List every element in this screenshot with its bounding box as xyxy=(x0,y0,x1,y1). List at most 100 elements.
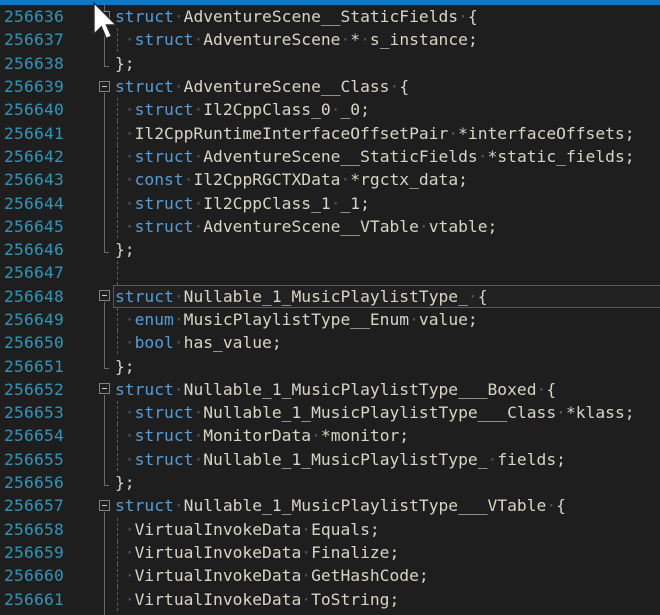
code-line[interactable]: 256661 ·VirtualInvokeData·ToString; xyxy=(0,587,660,610)
fold-collapse-minus-icon[interactable] xyxy=(99,383,110,394)
code-text[interactable]: ·struct·AdventureScene·*·s_instance; xyxy=(113,28,660,51)
code-line[interactable]: 256662}; xyxy=(0,611,660,615)
code-line[interactable]: 256659 ·VirtualInvokeData·Finalize; xyxy=(0,541,660,564)
code-token: }; xyxy=(115,473,135,492)
line-number: 256651 xyxy=(0,357,70,376)
line-number: 256645 xyxy=(0,217,70,236)
code-text[interactable]: ·Il2CppRuntimeInterfaceOffsetPair·*inter… xyxy=(113,121,660,144)
code-text[interactable]: ·VirtualInvokeData·Finalize; xyxy=(113,541,660,564)
code-text[interactable]: ·struct·Il2CppClass_0·_0; xyxy=(113,98,660,121)
code-text[interactable]: ·VirtualInvokeData·GetHashCode; xyxy=(113,564,660,587)
indent-whitespace: · xyxy=(115,170,135,189)
code-line[interactable]: 256647 xyxy=(0,261,660,284)
code-line[interactable]: 256658 ·VirtualInvokeData·Equals; xyxy=(0,518,660,541)
indent-whitespace: · xyxy=(115,333,135,352)
fold-margin xyxy=(70,261,113,284)
code-line[interactable]: 256640 ·struct·Il2CppClass_0·_0; xyxy=(0,98,660,121)
code-line[interactable]: 256636struct·AdventureScene__StaticField… xyxy=(0,5,660,28)
code-token: Il2CppRGCTXData xyxy=(193,170,340,189)
code-line[interactable]: 256642 ·struct·AdventureScene__StaticFie… xyxy=(0,145,660,168)
code-text[interactable]: ·VirtualInvokeData·ToString; xyxy=(113,587,660,610)
code-text[interactable]: ·bool·has_value; xyxy=(113,331,660,354)
code-text[interactable]: ·struct·MonitorData·*monitor; xyxy=(113,424,660,447)
code-text[interactable]: ·struct·AdventureScene__StaticFields·*st… xyxy=(113,145,660,168)
code-text[interactable]: struct·AdventureScene__Class·{ xyxy=(113,75,660,98)
keyword-token: struct xyxy=(135,217,194,236)
code-text[interactable]: }; xyxy=(113,471,660,494)
code-line[interactable]: 256660 ·VirtualInvokeData·GetHashCode; xyxy=(0,564,660,587)
code-text[interactable] xyxy=(113,261,660,284)
whitespace-dot: · xyxy=(301,566,311,585)
code-line[interactable]: 256641 ·Il2CppRuntimeInterfaceOffsetPair… xyxy=(0,121,660,144)
code-text[interactable]: struct·AdventureScene__StaticFields·{ xyxy=(113,5,660,28)
code-text[interactable]: ·struct·Nullable_1_MusicPlaylistType___C… xyxy=(113,401,660,424)
code-line[interactable]: 256652 struct·Nullable_1_MusicPlaylistTyp… xyxy=(0,378,660,401)
keyword-token: struct xyxy=(135,147,194,166)
code-token: s_instance; xyxy=(370,30,478,49)
whitespace-dot: · xyxy=(193,147,203,166)
fold-margin xyxy=(70,424,113,447)
fold-margin xyxy=(70,494,113,517)
code-line[interactable]: 256655 ·struct·Nullable_1_MusicPlaylistT… xyxy=(0,448,660,471)
code-line[interactable]: 256650 ·bool·has_value; xyxy=(0,331,660,354)
code-token: Il2CppClass_0 xyxy=(203,100,330,119)
keyword-token: struct xyxy=(135,426,194,445)
fold-margin xyxy=(70,98,113,121)
code-line[interactable]: 256643 ·const·Il2CppRGCTXData·*rgctx_dat… xyxy=(0,168,660,191)
whitespace-dot: · xyxy=(184,170,194,189)
fold-margin xyxy=(70,168,113,191)
line-number: 256652 xyxy=(0,380,70,399)
code-token: Il2CppClass_1 xyxy=(203,194,330,213)
code-lines-container[interactable]: 256636struct·AdventureScene__StaticField… xyxy=(0,5,660,615)
code-line[interactable]: 256644 ·struct·Il2CppClass_1·_1; xyxy=(0,191,660,214)
indent-whitespace: · xyxy=(115,147,135,166)
code-token: AdventureScene__VTable xyxy=(203,217,419,236)
code-text[interactable]: struct·Nullable_1_MusicPlaylistType___VT… xyxy=(113,494,660,517)
indent-whitespace: · xyxy=(115,590,135,609)
code-text[interactable]: ·struct·Il2CppClass_1·_1; xyxy=(113,191,660,214)
code-text[interactable]: }; xyxy=(113,238,660,261)
code-token: GetHashCode; xyxy=(311,566,429,585)
code-token: { xyxy=(556,496,566,515)
code-line[interactable]: 256653 ·struct·Nullable_1_MusicPlaylistT… xyxy=(0,401,660,424)
code-text[interactable]: struct·Nullable_1_MusicPlaylistType_·{ xyxy=(113,285,660,308)
code-token: { xyxy=(399,77,409,96)
code-line[interactable]: 256648struct·Nullable_1_MusicPlaylistTyp… xyxy=(0,285,660,308)
fold-collapse-minus-icon[interactable] xyxy=(99,500,110,511)
code-text[interactable]: ·struct·AdventureScene__VTable·vtable; xyxy=(113,215,660,238)
indent-whitespace: · xyxy=(115,543,135,562)
code-text[interactable]: ·const·Il2CppRGCTXData·*rgctx_data; xyxy=(113,168,660,191)
whitespace-dot: · xyxy=(193,30,203,49)
code-token: }; xyxy=(115,240,135,259)
fold-margin xyxy=(70,378,113,401)
code-line[interactable]: 256645 ·struct·AdventureScene__VTable·vt… xyxy=(0,215,660,238)
whitespace-dot: · xyxy=(468,287,478,306)
code-line[interactable]: 256654 ·struct·MonitorData·*monitor; xyxy=(0,424,660,447)
code-text[interactable]: struct·Nullable_1_MusicPlaylistType___Bo… xyxy=(113,378,660,401)
code-line[interactable]: 256649 ·enum·MusicPlaylistType__Enum·val… xyxy=(0,308,660,331)
code-text[interactable]: ·VirtualInvokeData·Equals; xyxy=(113,518,660,541)
code-line[interactable]: 256638}; xyxy=(0,52,660,75)
code-line[interactable]: 256651}; xyxy=(0,354,660,377)
fold-margin xyxy=(70,121,113,144)
fold-margin xyxy=(70,518,113,541)
code-line[interactable]: 256646}; xyxy=(0,238,660,261)
fold-margin xyxy=(70,354,113,377)
line-number: 256658 xyxy=(0,520,70,539)
code-text[interactable]: ·enum·MusicPlaylistType__Enum·value; xyxy=(113,308,660,331)
code-line[interactable]: 256657struct·Nullable_1_MusicPlaylistTyp… xyxy=(0,494,660,517)
fold-collapse-minus-icon[interactable] xyxy=(99,81,110,92)
code-text[interactable]: }; xyxy=(113,611,660,615)
code-text[interactable]: }; xyxy=(113,52,660,75)
code-line[interactable]: 256639struct·AdventureScene__Class·{ xyxy=(0,75,660,98)
fold-margin xyxy=(70,75,113,98)
code-text[interactable]: }; xyxy=(113,354,660,377)
code-line[interactable]: 256656}; xyxy=(0,471,660,494)
code-token: vtable; xyxy=(429,217,498,236)
code-token: VirtualInvokeData xyxy=(135,566,302,585)
fold-collapse-minus-icon[interactable] xyxy=(99,11,110,22)
code-line[interactable]: 256637 ·struct·AdventureScene·*·s_instan… xyxy=(0,28,660,51)
whitespace-dot: · xyxy=(488,450,498,469)
fold-collapse-minus-icon[interactable] xyxy=(99,290,110,301)
code-text[interactable]: ·struct·Nullable_1_MusicPlaylistType_·fi… xyxy=(113,448,660,471)
